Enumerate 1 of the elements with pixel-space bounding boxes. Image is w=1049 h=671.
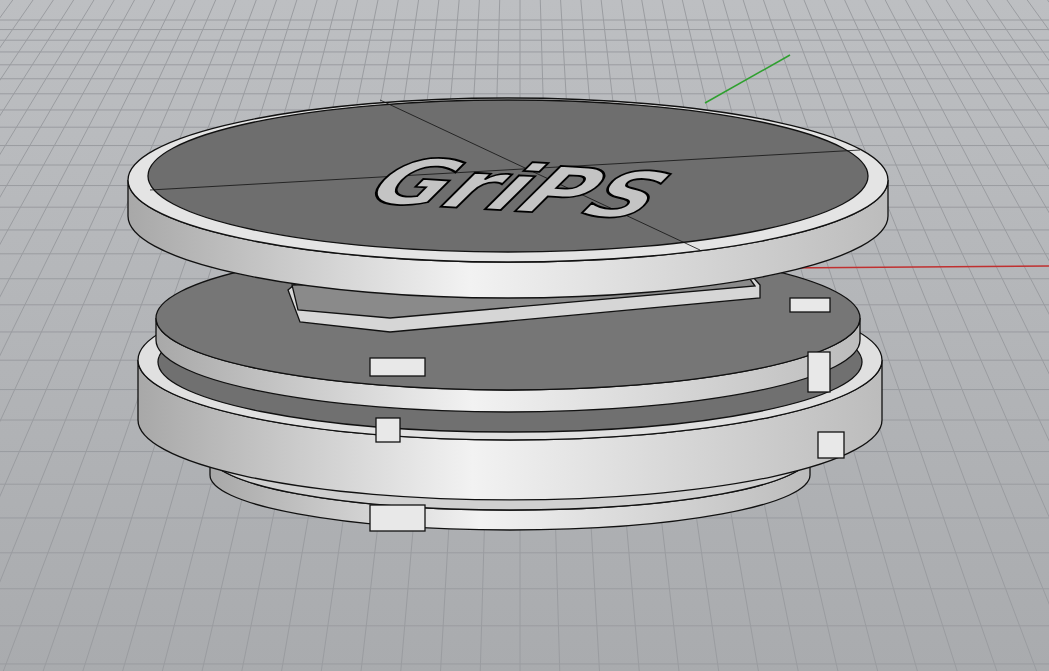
model-label: GriPS [353,143,686,234]
